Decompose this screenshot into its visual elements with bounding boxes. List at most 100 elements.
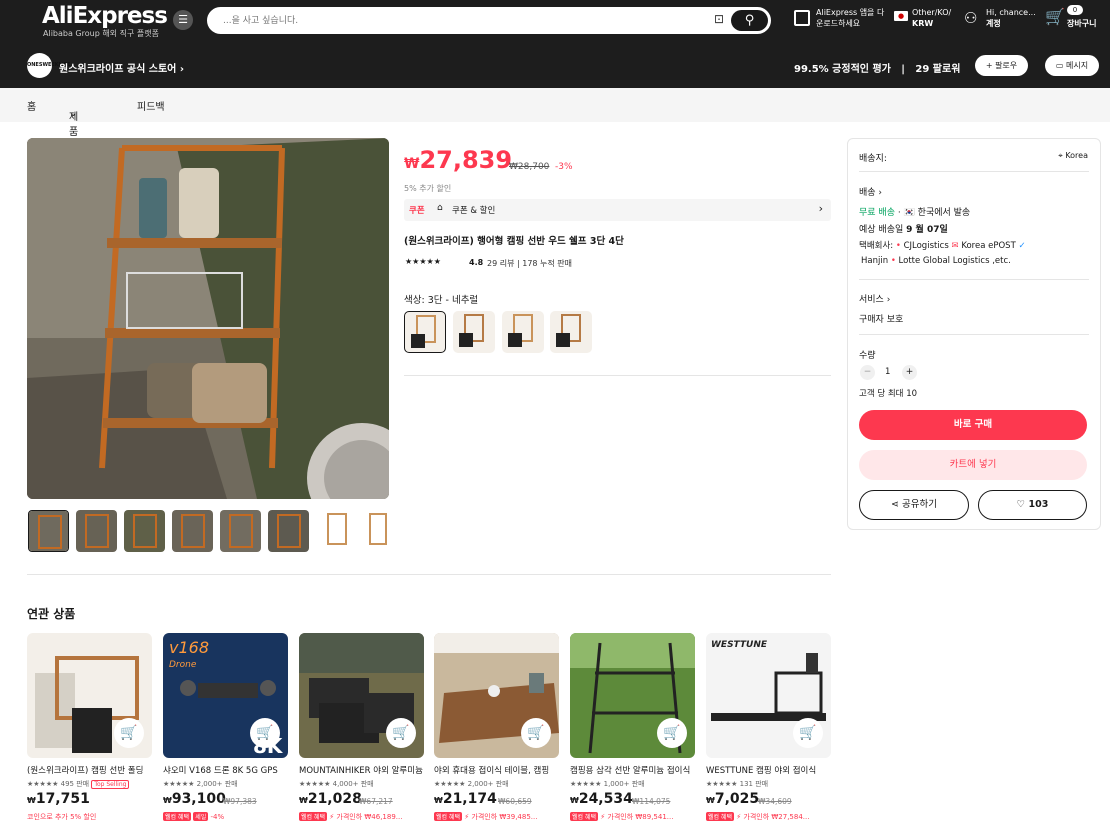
svg-text:WESTTUNE: WESTTUNE [711, 640, 768, 650]
thumbnail-8[interactable] [364, 510, 389, 552]
follow-button[interactable]: + 팔로우 [975, 55, 1028, 76]
nav-home[interactable]: 홈 [27, 98, 36, 113]
product-old-price: ₩114,075 [632, 797, 671, 806]
tag-icon: ⌂ [437, 203, 443, 213]
buy-now-button[interactable]: 바로 구매 [859, 410, 1087, 440]
product-price: ₩21,174 [434, 791, 497, 807]
rating-value: 4.8 [469, 258, 484, 267]
lotte-icon: • [890, 256, 896, 266]
main-product-image[interactable] [27, 138, 389, 499]
product-old-price: ₩60,659 [498, 797, 532, 806]
region-selector[interactable]: Other/KO/KRW [912, 7, 951, 29]
account-menu[interactable]: Hi, chance... 계정 [986, 7, 1036, 29]
product-old-price: ₩67,217 [359, 797, 393, 806]
store-bar: ONESWEEKLIFE 원스위크라이프 공식 스토어 › 99.5% 긍정적인… [0, 44, 1110, 88]
svg-text:v168: v168 [169, 638, 209, 657]
thumbnail-4[interactable] [172, 510, 213, 552]
cart-icon[interactable]: 🛒 [1045, 7, 1065, 26]
user-icon[interactable]: ⚇ [964, 9, 977, 27]
product-name[interactable]: (원스위크라이프) 캠핑 선반 폴딩 [27, 764, 152, 776]
delivery-link[interactable]: 배송 › [859, 185, 882, 198]
share-button[interactable]: ⋖ 공유하기 [859, 490, 969, 520]
divider [404, 375, 831, 376]
coupon-bar[interactable]: 쿠폰 ⌂ 쿠폰 & 할인 › [404, 199, 831, 221]
quantity-increment[interactable]: + [902, 365, 917, 380]
ship-to-label: 배송지: [859, 154, 887, 164]
product-name[interactable]: WESTTUNE 캠핑 야외 접이식 [706, 764, 831, 776]
aliexpress-logo[interactable]: AliExpress [42, 3, 168, 29]
add-to-cart-button[interactable]: 카트에 넣기 [859, 450, 1087, 480]
product-sold: ★★★★★ 495 판매 Top Selling [27, 779, 130, 789]
store-name[interactable]: 원스위크라이프 공식 스토어 › [59, 60, 184, 75]
product-sold: ★★★★★ 2,000+ 판매 [163, 780, 238, 788]
message-button[interactable]: ▭ 메시지 [1045, 55, 1099, 76]
search-input[interactable] [223, 13, 703, 29]
original-price: ₩28,700 [509, 162, 550, 172]
option-swatch-3[interactable] [502, 311, 544, 353]
add-to-cart-icon[interactable]: 🛒 [250, 718, 280, 748]
product-price: ₩17,751 [27, 791, 90, 807]
share-icon: ⋖ [891, 499, 899, 510]
quantity-value[interactable]: 1 [885, 367, 890, 377]
product-sold: ★★★★★ 1,000+ 판매 [570, 780, 645, 788]
thumbnail-7[interactable] [316, 510, 357, 552]
quantity-label: 수량 [859, 351, 876, 361]
product-sold: ★★★★★ 4,000+ 판매 [299, 780, 374, 788]
qr-icon[interactable] [794, 10, 810, 26]
app-download[interactable]: AliExpress 앱을 다 운로드하세요 [816, 7, 884, 29]
max-per-customer: 고객 당 최대 10 [859, 389, 918, 399]
product-sold: ★★★★★ 131 판매 [706, 780, 769, 788]
thumbnail-1[interactable] [28, 510, 69, 552]
thumbnail-6[interactable] [268, 510, 309, 552]
eta: 예상 배송일 9 월 07일 [859, 225, 948, 235]
store-avatar[interactable]: ONESWEEKLIFE [27, 53, 71, 78]
cart-count-badge: 0 [1067, 5, 1083, 15]
product-promo: 웰컴 혜택 ⚡ 가격인하 ₩46,189... [299, 812, 403, 821]
store-nav: 홈 제품 ⌄ 피드백 [0, 88, 1110, 138]
product-name[interactable]: 샤오미 V168 드론 8K 5G GPS [163, 764, 288, 776]
product-name[interactable]: 캠핑용 삼각 선반 알루미늄 접이식 [570, 764, 695, 776]
search-button[interactable]: ⚲ [731, 10, 768, 31]
search-icon: ⚲ [744, 13, 755, 28]
add-to-cart-icon[interactable]: 🛒 [521, 718, 551, 748]
location-icon: ⌖ [1058, 151, 1063, 160]
thumbnail-5[interactable] [220, 510, 261, 552]
flash-icon: ⚡ [329, 813, 335, 821]
coupon-text: 쿠폰 & 할인 [452, 206, 496, 216]
epost-icon: ✉ [951, 241, 959, 251]
nav-feedback[interactable]: 피드백 [137, 98, 165, 113]
chevron-right-icon: › [818, 202, 823, 215]
add-to-cart-icon[interactable]: 🛒 [657, 718, 687, 748]
option-swatch-4[interactable] [550, 311, 592, 353]
divider [27, 574, 831, 575]
product-price: ₩93,100 [163, 791, 226, 807]
add-to-cart-icon[interactable]: 🛒 [793, 718, 823, 748]
add-to-cart-icon[interactable]: 🛒 [114, 718, 144, 748]
image-search-icon[interactable]: ⊡ [714, 12, 724, 26]
add-to-cart-icon[interactable]: 🛒 [386, 718, 416, 748]
product-name[interactable]: MOUNTAINHIKER 야외 알루미늄 [299, 764, 424, 776]
option-label: 색상: 3단 - 네추럴 [404, 295, 479, 306]
review-summary[interactable]: 29 리뷰 | 178 누적 판매 [487, 258, 572, 269]
flash-icon: ⚡ [736, 813, 742, 821]
thumbnail-2[interactable] [76, 510, 117, 552]
option-swatch-2[interactable] [453, 311, 495, 353]
menu-icon[interactable]: ☰ [173, 10, 193, 30]
buyer-protection: 구매자 보호 [859, 315, 904, 325]
thumbnail-3[interactable] [124, 510, 165, 552]
product-price: ₩21,028 [299, 791, 362, 807]
option-swatch-1[interactable] [404, 311, 446, 353]
cj-icon: • [895, 241, 901, 251]
product-old-price: ₩97,383 [223, 797, 257, 806]
shipping-summary: 무료 배송 · 🇰🇷 한국에서 발송 [859, 208, 971, 218]
product-promo: 웰컴 혜택 ⚡ 가격인하 ₩89,541... [570, 812, 674, 821]
quantity-decrement[interactable]: − [860, 365, 875, 380]
ship-to-selector[interactable]: ⌖ Korea [1058, 151, 1088, 161]
korea-flag-icon: ● [894, 11, 908, 21]
product-name[interactable]: 야외 휴대용 접이식 테이블, 캠핑 [434, 764, 559, 776]
product-sold: ★★★★★ 2,000+ 판매 [434, 780, 509, 788]
service-link[interactable]: 서비스 › [859, 292, 890, 305]
heart-icon: ♡ [1016, 499, 1026, 510]
cart-label[interactable]: 장바구니 [1067, 18, 1096, 29]
wishlist-button[interactable]: ♡ 103 [978, 490, 1087, 520]
